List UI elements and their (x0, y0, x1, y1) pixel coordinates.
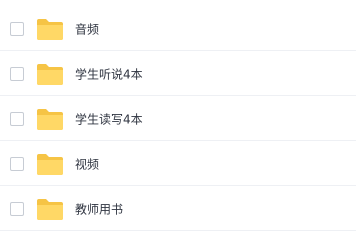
list-item[interactable]: 音频 (0, 6, 356, 51)
select-checkbox[interactable] (10, 201, 24, 216)
file-list: 音频 学生听说4本 学生读写4本 视频 教师用书 (0, 0, 356, 241)
folder-icon (36, 17, 64, 41)
folder-name[interactable]: 视频 (75, 155, 99, 172)
select-checkbox[interactable] (10, 111, 24, 126)
row-divider (0, 230, 356, 231)
list-item[interactable]: 教师用书 (0, 186, 356, 231)
folder-name[interactable]: 学生听说4本 (75, 65, 143, 82)
folder-icon (36, 152, 64, 176)
folder-name[interactable]: 音频 (75, 20, 99, 37)
folder-icon (36, 62, 64, 86)
folder-icon (36, 197, 64, 221)
select-checkbox[interactable] (10, 156, 24, 171)
select-checkbox[interactable] (10, 66, 24, 81)
folder-icon (36, 107, 64, 131)
list-item[interactable]: 视频 (0, 141, 356, 186)
folder-name[interactable]: 学生读写4本 (75, 110, 143, 127)
list-item[interactable]: 学生读写4本 (0, 96, 356, 141)
list-item[interactable]: 学生听说4本 (0, 51, 356, 96)
folder-name[interactable]: 教师用书 (75, 200, 123, 217)
select-checkbox[interactable] (10, 21, 24, 36)
